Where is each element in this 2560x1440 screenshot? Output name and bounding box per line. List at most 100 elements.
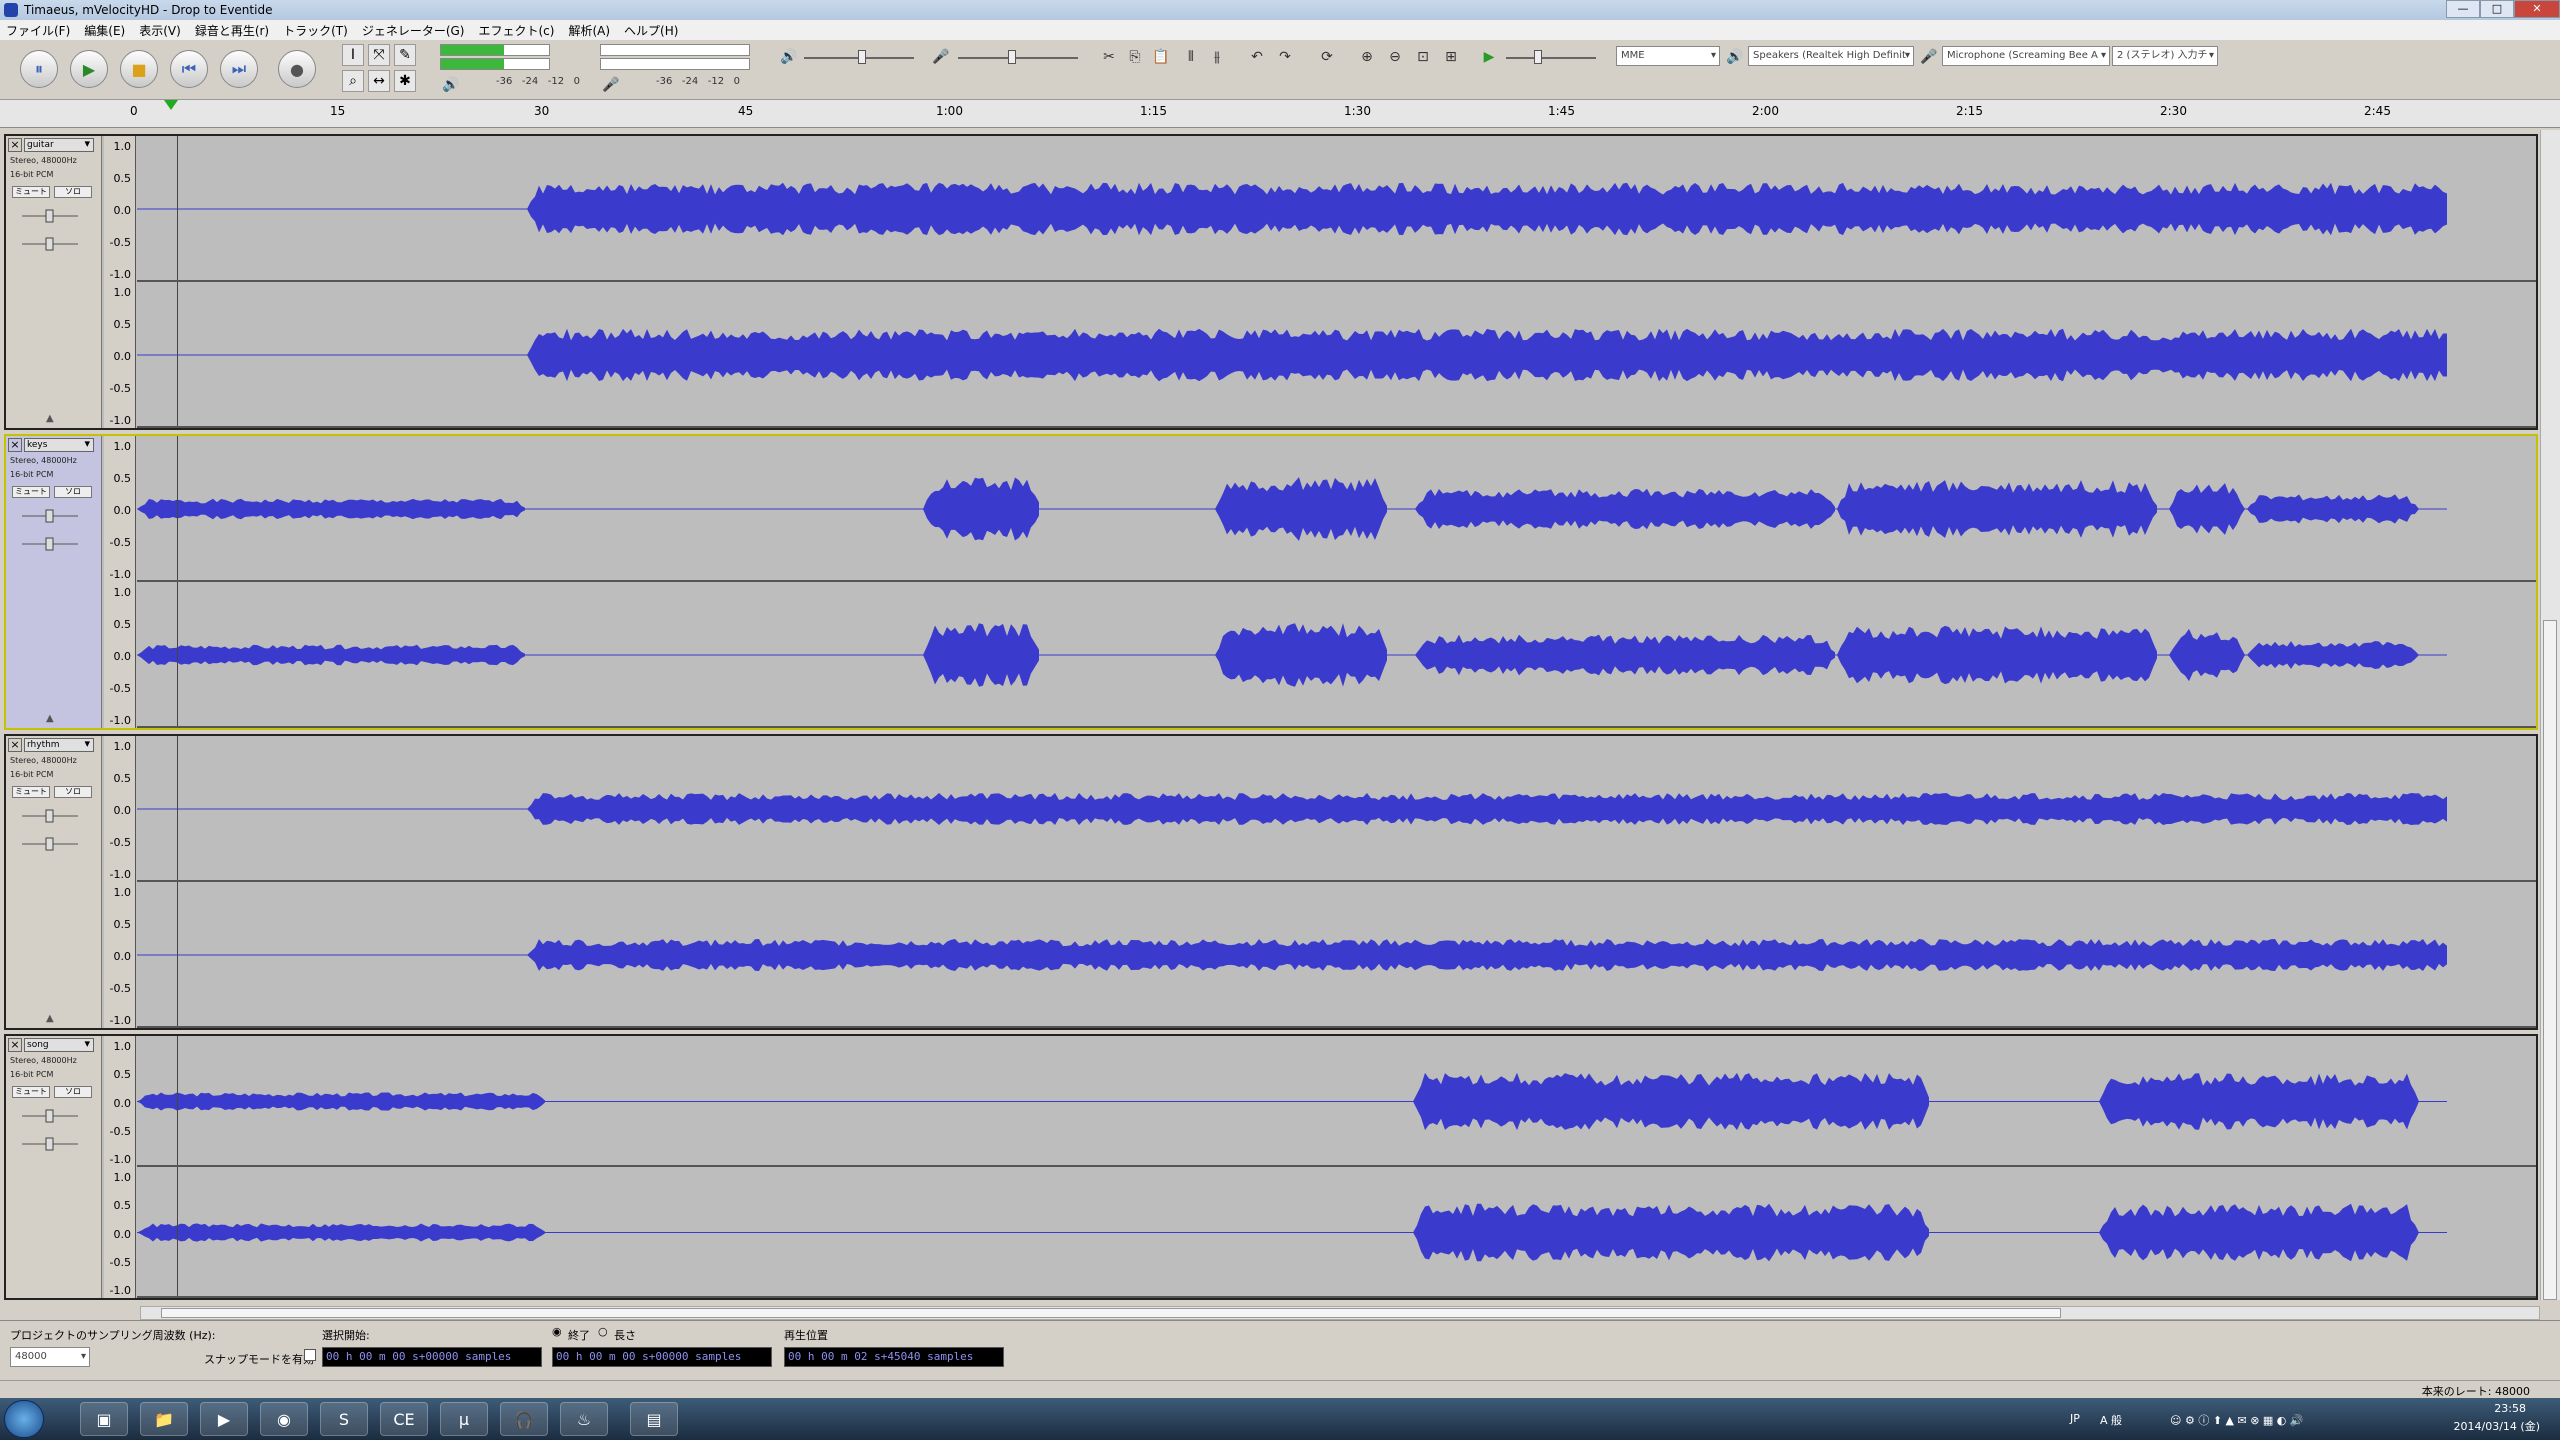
tray-icons[interactable]: ☺ ⚙ ⓘ ⬆ ▲ ✉ ⊗ ▦ ◐ 🔊 xyxy=(2170,1412,2304,1428)
menu-view[interactable]: 表示(V) xyxy=(139,22,181,39)
menu-transport[interactable]: 録音と再生(r) xyxy=(195,22,269,39)
zoom-out-icon[interactable]: ⊖ xyxy=(1384,46,1406,68)
audio-channel[interactable] xyxy=(137,436,2536,582)
pan-slider[interactable] xyxy=(20,1136,80,1152)
collapse-track-icon[interactable]: ▲ xyxy=(46,713,54,724)
play-button[interactable]: ▶ xyxy=(70,50,108,88)
input-device-select[interactable]: Microphone (Screaming Bee A xyxy=(1942,46,2110,66)
selection-start-time[interactable]: 00 h 00 m 00 s+00000 samples xyxy=(322,1347,542,1367)
maximize-button[interactable]: □ xyxy=(2480,0,2514,18)
waveform-area[interactable] xyxy=(137,136,2536,428)
start-button[interactable] xyxy=(4,1400,44,1438)
track-song[interactable]: × song Stereo, 48000Hz 16-bit PCM ミュートソロ… xyxy=(4,1034,2538,1300)
waveform-area[interactable] xyxy=(137,1036,2536,1298)
play-speed-slider[interactable] xyxy=(1506,57,1596,59)
mute-button[interactable]: ミュート xyxy=(12,786,50,798)
input-volume-slider[interactable] xyxy=(958,57,1078,59)
track-name-menu[interactable]: rhythm xyxy=(24,738,94,752)
undo-icon[interactable]: ↶ xyxy=(1246,46,1268,68)
track-close-button[interactable]: × xyxy=(8,1038,22,1052)
skip-to-start-button[interactable]: ⏮ xyxy=(170,50,208,88)
selection-end-time[interactable]: 00 h 00 m 00 s+00000 samples xyxy=(552,1347,772,1367)
menu-analyze[interactable]: 解析(A) xyxy=(568,22,610,39)
project-rate-select[interactable]: 48000 xyxy=(10,1347,90,1367)
record-meter-left[interactable] xyxy=(600,44,750,56)
play-position-time[interactable]: 00 h 00 m 02 s+45040 samples xyxy=(784,1347,1004,1367)
end-radio-icon[interactable]: ◉ xyxy=(552,1325,562,1338)
record-button[interactable]: ● xyxy=(278,50,316,88)
menu-generate[interactable]: ジェネレーター(G) xyxy=(362,22,465,39)
speaker-meter-icon[interactable]: 🔊 xyxy=(440,74,462,96)
sync-lock-icon[interactable]: ⟳ xyxy=(1316,46,1338,68)
media-player-icon[interactable]: ▶ xyxy=(200,1402,248,1436)
mute-button[interactable]: ミュート xyxy=(12,186,50,198)
pause-button[interactable]: ⏸ xyxy=(20,50,58,88)
pan-slider[interactable] xyxy=(20,236,80,252)
language-indicator[interactable]: JP xyxy=(2070,1412,2080,1425)
pan-slider[interactable] xyxy=(20,536,80,552)
track-close-button[interactable]: × xyxy=(8,438,22,452)
input-channels-select[interactable]: 2 (ステレオ) 入力チ xyxy=(2112,46,2218,66)
skype-icon[interactable]: S xyxy=(320,1402,368,1436)
solo-button[interactable]: ソロ xyxy=(54,486,92,498)
minimize-button[interactable]: — xyxy=(2446,0,2480,18)
draw-tool[interactable]: ✎ xyxy=(394,44,416,66)
vertical-scroll-thumb[interactable] xyxy=(2543,620,2557,1300)
horizontal-scrollbar[interactable] xyxy=(140,1306,2540,1320)
zoom-in-icon[interactable]: ⊕ xyxy=(1356,46,1378,68)
solo-button[interactable]: ソロ xyxy=(54,186,92,198)
menu-help[interactable]: ヘルプ(H) xyxy=(624,22,678,39)
paste-icon[interactable]: 📋 xyxy=(1150,46,1172,68)
explorer-icon[interactable]: 📁 xyxy=(140,1402,188,1436)
mic-meter-icon[interactable]: 🎤 xyxy=(600,74,622,96)
audio-channel[interactable] xyxy=(137,582,2536,728)
track-control-panel[interactable]: × rhythm Stereo, 48000Hz 16-bit PCM ミュート… xyxy=(6,736,102,1028)
play-position-marker[interactable] xyxy=(164,100,178,110)
pan-slider[interactable] xyxy=(20,836,80,852)
track-control-panel[interactable]: × guitar Stereo, 48000Hz 16-bit PCM ミュート… xyxy=(6,136,102,428)
zoom-tool[interactable]: ⌕ xyxy=(342,70,364,92)
audio-channel[interactable] xyxy=(137,882,2536,1028)
trim-icon[interactable]: ⫴ xyxy=(1180,46,1202,68)
clock-time[interactable]: 23:58 xyxy=(2494,1402,2526,1415)
redo-icon[interactable]: ↷ xyxy=(1274,46,1296,68)
menu-tracks[interactable]: トラック(T) xyxy=(283,22,348,39)
audio-channel[interactable] xyxy=(137,136,2536,282)
cmd-icon[interactable]: ▣ xyxy=(80,1402,128,1436)
collapse-track-icon[interactable]: ▲ xyxy=(46,1013,54,1024)
silence-icon[interactable]: ⫵ xyxy=(1206,46,1228,68)
envelope-tool[interactable]: ⤧ xyxy=(368,44,390,66)
menu-effect[interactable]: エフェクト(c) xyxy=(479,22,555,39)
play-at-speed-icon[interactable]: ▶ xyxy=(1478,46,1500,68)
track-control-panel[interactable]: × keys Stereo, 48000Hz 16-bit PCM ミュートソロ… xyxy=(6,436,102,728)
steam-icon[interactable]: ♨ xyxy=(560,1402,608,1436)
audio-channel[interactable] xyxy=(137,1036,2536,1167)
waveform-area[interactable] xyxy=(137,736,2536,1028)
playback-meter-right[interactable] xyxy=(440,58,550,70)
horizontal-scroll-thumb[interactable] xyxy=(161,1308,2061,1318)
track-guitar[interactable]: × guitar Stereo, 48000Hz 16-bit PCM ミュート… xyxy=(4,134,2538,430)
waveform-area[interactable] xyxy=(137,436,2536,728)
cut-icon[interactable]: ✂ xyxy=(1098,46,1120,68)
collapse-track-icon[interactable]: ▲ xyxy=(46,413,54,424)
clock-date[interactable]: 2014/03/14 (金) xyxy=(2454,1418,2540,1434)
menu-edit[interactable]: 編集(E) xyxy=(84,22,125,39)
multi-tool[interactable]: ✱ xyxy=(394,70,416,92)
play-speed-knob[interactable] xyxy=(1534,50,1542,64)
audio-channel[interactable] xyxy=(137,1167,2536,1298)
audio-channel[interactable] xyxy=(137,736,2536,882)
track-control-panel[interactable]: × song Stereo, 48000Hz 16-bit PCM ミュートソロ xyxy=(6,1036,102,1298)
gain-slider[interactable] xyxy=(20,208,80,224)
copy-icon[interactable]: ⎘ xyxy=(1124,46,1146,68)
snap-to-checkbox[interactable] xyxy=(304,1349,316,1361)
audacity-taskbar-icon[interactable]: 🎧 xyxy=(500,1402,548,1436)
selection-tool[interactable]: I xyxy=(342,44,364,66)
vertical-scrollbar[interactable] xyxy=(2540,130,2560,1300)
audio-host-select[interactable]: MME xyxy=(1616,46,1720,66)
time-shift-tool[interactable]: ↔ xyxy=(368,70,390,92)
audio-channel[interactable] xyxy=(137,282,2536,428)
ime-indicator[interactable]: A 般 xyxy=(2100,1412,2122,1428)
cheat-engine-icon[interactable]: CE xyxy=(380,1402,428,1436)
menu-file[interactable]: ファイル(F) xyxy=(6,22,70,39)
output-volume-knob[interactable] xyxy=(858,50,866,64)
